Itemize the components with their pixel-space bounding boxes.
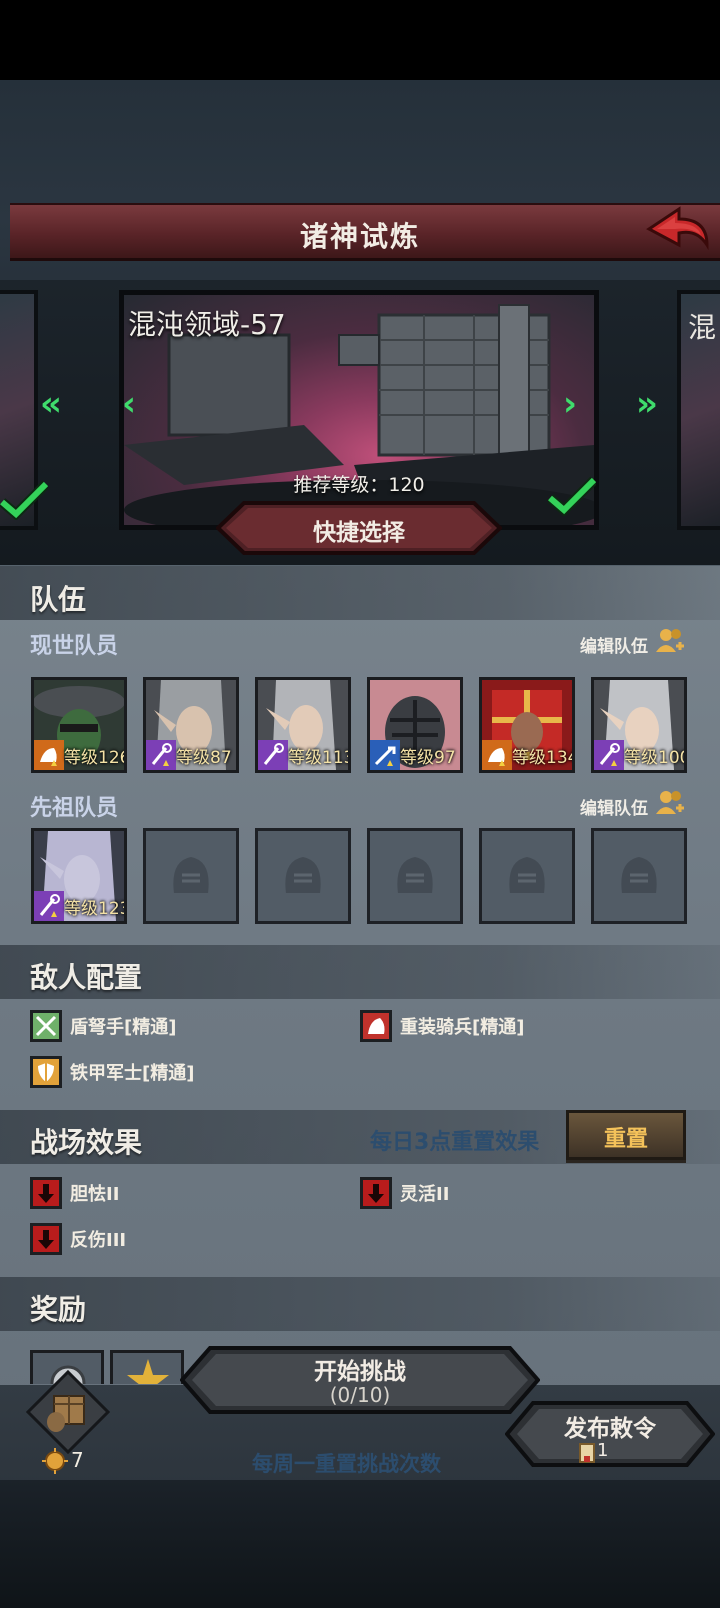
stage-name: 混沌领域-57 xyxy=(128,308,286,341)
weekly-reset-hint: 每周一重置挑战次数 xyxy=(252,1452,441,1476)
empty-hero-slot[interactable] xyxy=(255,828,351,924)
edit-ancestor-team-button[interactable]: 编辑队伍 xyxy=(580,794,648,819)
hero-level: 等级134 xyxy=(512,748,575,768)
effect-label: 灵活II xyxy=(400,1184,450,1205)
coin-count: 7 xyxy=(71,1448,84,1472)
hero-slot-current-1[interactable]: 等级126 xyxy=(31,677,127,773)
enemy-item[interactable]: 重装骑兵[精通] xyxy=(360,1010,524,1042)
chevron-left-icon[interactable]: ‹ xyxy=(122,387,136,421)
debuff-arrow-icon xyxy=(360,1177,392,1209)
debuff-arrow-icon xyxy=(30,1177,62,1209)
enemy-item[interactable]: 盾弩手[精通] xyxy=(30,1010,176,1042)
hero-slot-current-4[interactable]: 等级97 xyxy=(367,677,463,773)
sun-coin-icon xyxy=(42,1448,68,1474)
decree-count: 1 xyxy=(597,1440,609,1461)
double-chevron-right-icon[interactable]: » xyxy=(636,387,658,421)
beast-class-icon xyxy=(34,740,64,770)
hero-level: 等级100 xyxy=(624,748,687,768)
issue-decree-label: 发布敕令 xyxy=(564,1416,656,1442)
page-title: 诸神试炼 xyxy=(299,220,420,253)
mage-class-icon xyxy=(34,891,64,921)
reset-effects-label: 重置 xyxy=(603,1127,648,1152)
enemy-label: 盾弩手[精通] xyxy=(70,1017,177,1038)
inventory-bag-icon[interactable] xyxy=(26,1370,110,1454)
hero-level: 等级126 xyxy=(64,748,127,768)
enemy-section-title: 敌人配置 xyxy=(30,961,143,994)
battlefield-effect[interactable]: 胆怯II xyxy=(30,1177,119,1209)
enemy-item[interactable]: 铁甲军士[精通] xyxy=(30,1056,194,1088)
edit-team-icon[interactable] xyxy=(654,626,688,656)
hero-level: 等级113 xyxy=(288,748,351,768)
effect-label: 反伤III xyxy=(70,1230,127,1251)
next-stage-title: 混 xyxy=(688,311,717,344)
hero-level: 等级97 xyxy=(400,748,456,768)
empty-hero-slot[interactable] xyxy=(367,828,463,924)
beast-class-icon xyxy=(482,740,512,770)
crossbow-icon xyxy=(30,1010,62,1042)
hero-slot-ancestor-1[interactable]: 等级123 xyxy=(31,828,127,924)
daily-reset-hint: 每日3点重置效果 xyxy=(370,1130,540,1155)
effect-label: 胆怯II xyxy=(70,1184,120,1205)
enemy-label: 铁甲军士[精通] xyxy=(70,1063,195,1084)
empty-hero-slot[interactable] xyxy=(591,828,687,924)
ancestor-members-label: 先祖队员 xyxy=(30,796,119,821)
warrior-class-icon xyxy=(370,740,400,770)
double-chevron-left-icon[interactable]: « xyxy=(40,387,62,421)
challenge-count: (0/10) xyxy=(329,1383,391,1407)
battlefield-effect[interactable]: 反伤III xyxy=(30,1223,126,1255)
helmet-placeholder-icon xyxy=(621,857,657,893)
start-challenge-label: 开始挑战 xyxy=(314,1359,406,1385)
status-bar-area xyxy=(0,0,720,80)
cavalry-icon xyxy=(360,1010,392,1042)
hero-slot-current-2[interactable]: 等级87 xyxy=(143,677,239,773)
helmet-placeholder-icon xyxy=(173,857,209,893)
hero-slot-current-6[interactable]: 等级100 xyxy=(591,677,687,773)
edit-team-button[interactable]: 编辑队伍 xyxy=(580,632,648,657)
shield-icon xyxy=(30,1056,62,1088)
empty-hero-slot[interactable] xyxy=(479,828,575,924)
mage-class-icon xyxy=(594,740,624,770)
sun-emblem-icon xyxy=(127,1359,169,1384)
check-icon xyxy=(548,476,596,516)
hero-level: 等级123 xyxy=(64,899,127,919)
hero-slot-current-3[interactable]: 等级113 xyxy=(255,677,351,773)
team-section-header xyxy=(0,566,720,620)
current-members-label: 现世队员 xyxy=(30,634,119,659)
mage-class-icon xyxy=(146,740,176,770)
back-arrow-icon[interactable] xyxy=(645,205,711,255)
rewards-section-title: 奖励 xyxy=(30,1293,87,1326)
bottom-dark-area xyxy=(0,1480,720,1608)
helmet-placeholder-icon xyxy=(285,857,321,893)
debuff-arrow-icon xyxy=(30,1223,62,1255)
reward-item[interactable] xyxy=(110,1350,184,1384)
chevron-right-icon[interactable]: › xyxy=(563,387,577,421)
team-section-title: 队伍 xyxy=(30,583,87,616)
rewards-section-header xyxy=(0,1277,720,1331)
empty-hero-slot[interactable] xyxy=(143,828,239,924)
enemy-label: 重装骑兵[精通] xyxy=(400,1017,525,1038)
quick-select-label: 快捷选择 xyxy=(313,520,405,546)
hero-level: 等级87 xyxy=(176,748,232,768)
hero-slot-current-5[interactable]: 等级134 xyxy=(479,677,575,773)
helmet-placeholder-icon xyxy=(397,857,433,893)
recommended-level: 推荐等级：120 xyxy=(293,474,425,496)
check-icon xyxy=(0,480,48,520)
helmet-placeholder-icon xyxy=(509,857,545,893)
battlefield-effect[interactable]: 灵活II xyxy=(360,1177,449,1209)
scroll-icon xyxy=(579,1443,595,1463)
battlefield-section-title: 战场效果 xyxy=(30,1126,143,1159)
mage-class-icon xyxy=(258,740,288,770)
edit-team-icon[interactable] xyxy=(654,788,688,818)
